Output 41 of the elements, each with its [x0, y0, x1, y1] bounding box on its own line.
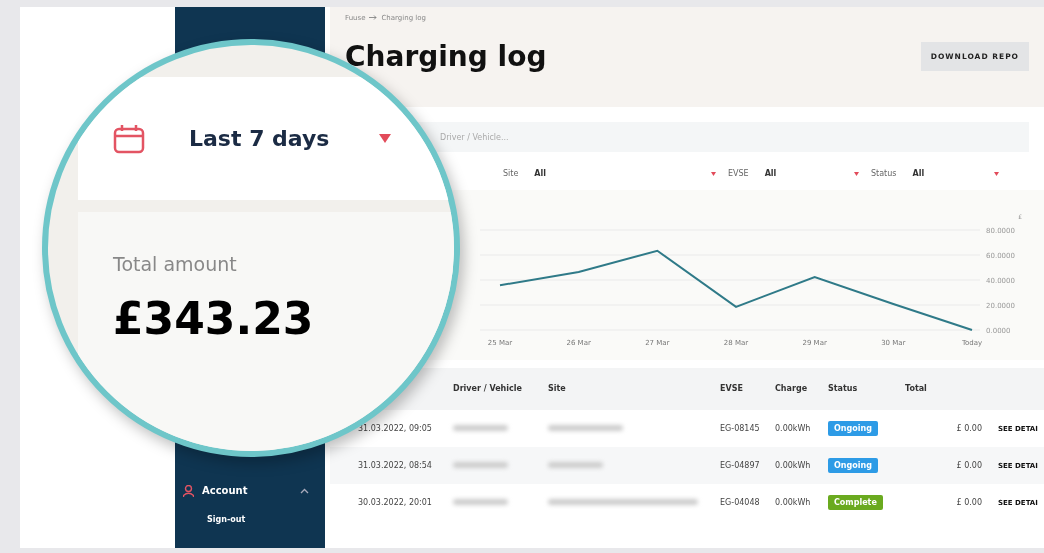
sidebar-subitem[interactable]: Sign-out — [183, 506, 325, 534]
table-cell: 0.00kWh — [775, 423, 811, 433]
table-cell: £ 0.00 — [956, 460, 982, 470]
column-header: Charge — [775, 383, 809, 395]
blurred-text — [453, 498, 508, 505]
status-badge: Ongoing — [828, 457, 878, 473]
table-cell: 31.03.2022, 09:05 — [358, 423, 432, 433]
calendar-icon — [113, 123, 145, 154]
filter-select[interactable]: EVSE All — [728, 168, 871, 180]
status-badge: Ongoing — [828, 420, 878, 436]
table-cell: 0.00kWh — [775, 460, 811, 470]
table-cell: EG-04897 — [720, 460, 760, 470]
column-header: Total — [905, 383, 928, 395]
person-icon — [183, 484, 194, 497]
total-label: Total amount — [113, 252, 237, 277]
column-header: Driver / Vehicle — [453, 383, 523, 395]
column-header: Site — [548, 383, 567, 395]
column-header: Status — [828, 383, 859, 395]
table-cell: EG-08145 — [720, 423, 760, 433]
table-cell: 0.00kWh — [775, 497, 811, 507]
table-cell: £ 0.00 — [956, 423, 982, 433]
caret-icon — [379, 134, 391, 143]
caret-icon — [854, 172, 859, 176]
sidebar-item[interactable]: Account — [183, 475, 325, 506]
chevron-icon — [300, 487, 309, 494]
filter-select[interactable]: Status All — [871, 168, 1011, 180]
arrow-icon — [369, 15, 378, 20]
page-title: Charging log — [345, 39, 547, 74]
filter-select[interactable]: Site All — [503, 168, 728, 180]
table-cell: 30.03.2022, 20:01 — [358, 497, 432, 507]
status-badge: Complete — [828, 494, 883, 510]
blurred-text — [453, 461, 508, 468]
column-header: EVSE — [720, 383, 744, 395]
blurred-text — [453, 424, 508, 431]
total-amount: £343.23 — [113, 292, 314, 346]
table-cell: EG-04048 — [720, 497, 760, 507]
table-cell: 31.03.2022, 08:54 — [358, 460, 432, 470]
blurred-text — [548, 461, 603, 468]
caret-icon — [994, 172, 999, 176]
caret-icon — [711, 172, 716, 176]
table-cell: £ 0.00 — [956, 497, 982, 507]
